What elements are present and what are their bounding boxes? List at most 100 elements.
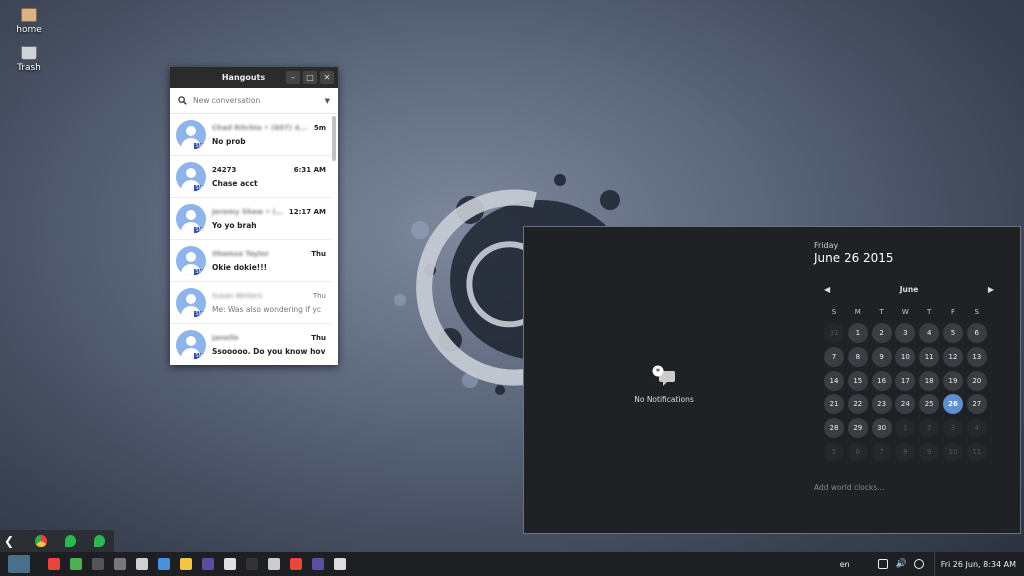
calendar-day[interactable]: 1: [847, 323, 868, 343]
taskbar: en 🔊 Fri 26 Jun, 8:34 AM: [0, 552, 1024, 576]
calendar-day[interactable]: 22: [847, 394, 868, 415]
sms-badge: SMS: [194, 310, 206, 317]
calendar-day[interactable]: 11: [919, 346, 940, 367]
document-icon[interactable]: [158, 558, 170, 570]
calendar-day[interactable]: 20: [966, 370, 987, 391]
calendar-day[interactable]: 6: [847, 441, 868, 462]
calendar-day[interactable]: 3: [942, 418, 963, 439]
calendar-day[interactable]: 21: [824, 394, 844, 415]
calendar-day[interactable]: 7: [824, 346, 844, 367]
calendar-day[interactable]: 19: [942, 370, 963, 391]
calendar-day[interactable]: 15: [847, 370, 868, 391]
taskbar-app-list: [48, 558, 356, 570]
eclipse-icon[interactable]: [312, 558, 324, 570]
calendar-day[interactable]: 9: [871, 346, 892, 367]
calendar-day[interactable]: 1: [895, 418, 916, 439]
calendar-nav: ◀ June ▶: [824, 285, 994, 294]
chrome-icon[interactable]: [35, 535, 47, 547]
conversation-item[interactable]: SMS Janelle Thu Ssooooo. Do you know hov: [170, 324, 332, 365]
message-preview: No prob: [212, 136, 246, 146]
calendar-day[interactable]: 2: [871, 323, 892, 343]
calendar-day[interactable]: 10: [942, 441, 963, 462]
maximize-button[interactable]: □: [303, 71, 317, 84]
camera-icon[interactable]: [136, 558, 148, 570]
chevron-down-icon[interactable]: ▼: [325, 97, 330, 105]
hangouts-icon[interactable]: [64, 535, 76, 547]
calendar-day[interactable]: 4: [966, 418, 987, 439]
eclipse-icon[interactable]: [202, 558, 214, 570]
calendar-day[interactable]: 11: [966, 441, 987, 462]
conversation-item[interactable]: SMS Jeremy Shaw • (6... 12:17 AM Yo yo brah: [170, 198, 332, 240]
calendar-day[interactable]: 8: [847, 346, 868, 367]
calendar-day[interactable]: 30: [871, 418, 892, 439]
hangouts-icon[interactable]: [93, 535, 106, 547]
calendar-day[interactable]: 23: [871, 394, 892, 415]
desktop-icon-trash[interactable]: Trash: [8, 46, 50, 73]
terminal-icon[interactable]: [246, 558, 258, 570]
calendar-day[interactable]: 10: [895, 346, 916, 367]
sms-badge: SMS: [194, 184, 206, 191]
notification-calendar-panel: * No Notifications Friday June 26 2015 ◀…: [523, 226, 1021, 534]
calendar-day[interactable]: 9: [919, 441, 940, 462]
calendar-day[interactable]: 27: [966, 394, 987, 415]
sms-badge: SMS: [194, 226, 206, 233]
close-button[interactable]: ✕: [320, 71, 334, 84]
calendar-day[interactable]: 6: [966, 323, 987, 343]
calendar-day[interactable]: 24: [895, 394, 916, 415]
calculator-icon[interactable]: [268, 558, 280, 570]
calendar-day[interactable]: 31: [824, 323, 844, 343]
chrome-icon[interactable]: [48, 558, 60, 570]
conversation-item[interactable]: SMS Susan Winters Thu Me: Was also wonderin…: [170, 282, 332, 324]
calendar-day-today[interactable]: 26: [942, 394, 963, 415]
calendar-day[interactable]: 14: [824, 370, 844, 391]
text-editor-icon[interactable]: [180, 558, 192, 570]
new-conversation-search[interactable]: New conversation ▼: [170, 88, 338, 114]
back-arrow-icon[interactable]: ❮: [4, 534, 26, 548]
next-month-icon[interactable]: ▶: [988, 285, 994, 294]
weekday-initial: T: [879, 308, 884, 316]
conversation-item[interactable]: SMS Shamsa Taylor Thu Okie dokie!!!: [170, 240, 332, 282]
calendar-day[interactable]: 4: [919, 323, 940, 343]
message-time: Thu: [311, 249, 326, 258]
hangouts-titlebar[interactable]: Hangouts – □ ✕: [170, 67, 338, 88]
power-icon[interactable]: [913, 559, 924, 569]
message-preview: Ssooooo. Do you know hov: [212, 346, 326, 356]
conversation-item[interactable]: SMS 24273 6:31 AM Chase acct: [170, 156, 332, 198]
calendar-day[interactable]: 2: [919, 418, 940, 439]
calendar-day[interactable]: 8: [895, 441, 916, 462]
conversation-item[interactable]: SMS Chad Ritchie • (607) 4... 5m No prob: [170, 114, 332, 156]
sms-badge: SMS: [194, 268, 206, 275]
calendar-day[interactable]: 29: [847, 418, 868, 439]
previous-month-icon[interactable]: ◀: [824, 285, 830, 294]
search-placeholder: New conversation: [193, 96, 261, 105]
search-icon[interactable]: [334, 558, 346, 570]
keyboard-language[interactable]: en: [840, 560, 850, 569]
clock[interactable]: Fri 26 Jun, 8:34 AM: [941, 560, 1016, 569]
minimize-button[interactable]: –: [286, 71, 300, 84]
scrollbar[interactable]: [332, 116, 336, 161]
chrome-icon[interactable]: [290, 558, 302, 570]
window-icon[interactable]: [877, 559, 888, 569]
calendar-day[interactable]: 12: [942, 346, 963, 367]
calendar-day[interactable]: 13: [966, 346, 987, 367]
start-menu-icon[interactable]: [8, 555, 30, 573]
bird-icon[interactable]: [92, 558, 104, 570]
message-preview: Me: Was also wondering if yc: [212, 304, 321, 314]
calendar-day[interactable]: 25: [919, 394, 940, 415]
system-tray: en 🔊 Fri 26 Jun, 8:34 AM: [840, 552, 1024, 576]
calendar-day[interactable]: 5: [824, 441, 844, 462]
folder-icon: [21, 8, 37, 22]
file-icon[interactable]: [224, 558, 236, 570]
calendar-day[interactable]: 16: [871, 370, 892, 391]
calendar-day[interactable]: 17: [895, 370, 916, 391]
calendar-day[interactable]: 5: [942, 323, 963, 343]
calendar-day[interactable]: 28: [824, 418, 844, 439]
calendar-day[interactable]: 7: [871, 441, 892, 462]
calendar-day[interactable]: 18: [919, 370, 940, 391]
desktop-icon-home[interactable]: home: [8, 8, 50, 35]
calendar-day[interactable]: 3: [895, 323, 916, 343]
volume-icon[interactable]: 🔊: [896, 559, 907, 569]
eagle-icon[interactable]: [114, 558, 126, 570]
add-world-clocks-link[interactable]: Add world clocks...: [814, 483, 884, 492]
image-viewer-icon[interactable]: [70, 558, 82, 570]
